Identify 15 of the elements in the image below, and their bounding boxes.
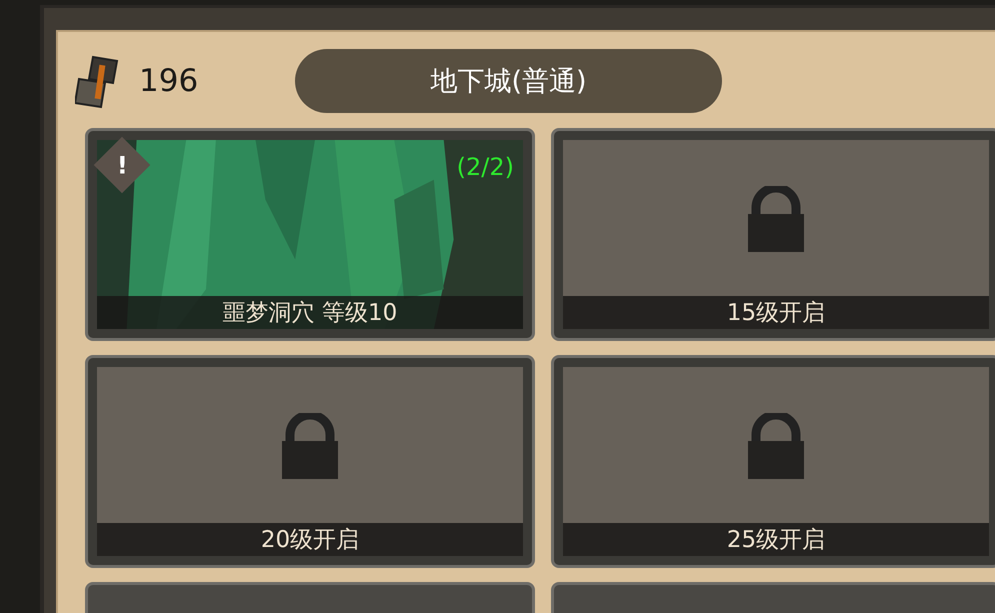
card-stack-icon — [75, 53, 119, 109]
dungeon-card[interactable]: ! (2/2) 噩梦洞穴 等级10 — [85, 128, 535, 341]
lock-icon — [746, 186, 806, 252]
card-label: 20级开启 — [97, 523, 523, 556]
card-label: 噩梦洞穴 等级10 — [97, 296, 523, 329]
lock-icon — [746, 413, 806, 479]
dungeon-card[interactable]: 20级开启 — [85, 355, 535, 568]
attempt-count: (2/2) — [456, 153, 514, 181]
dungeon-title: 地下城(普通) — [295, 49, 722, 113]
card-label: 15级开启 — [563, 296, 989, 329]
dungeon-card[interactable]: 15级开启 — [551, 128, 995, 341]
currency-amount: 196 — [139, 63, 200, 99]
dungeon-card[interactable]: 25级开启 — [551, 355, 995, 568]
lock-icon — [280, 413, 340, 479]
card-label: 25级开启 — [563, 523, 989, 556]
